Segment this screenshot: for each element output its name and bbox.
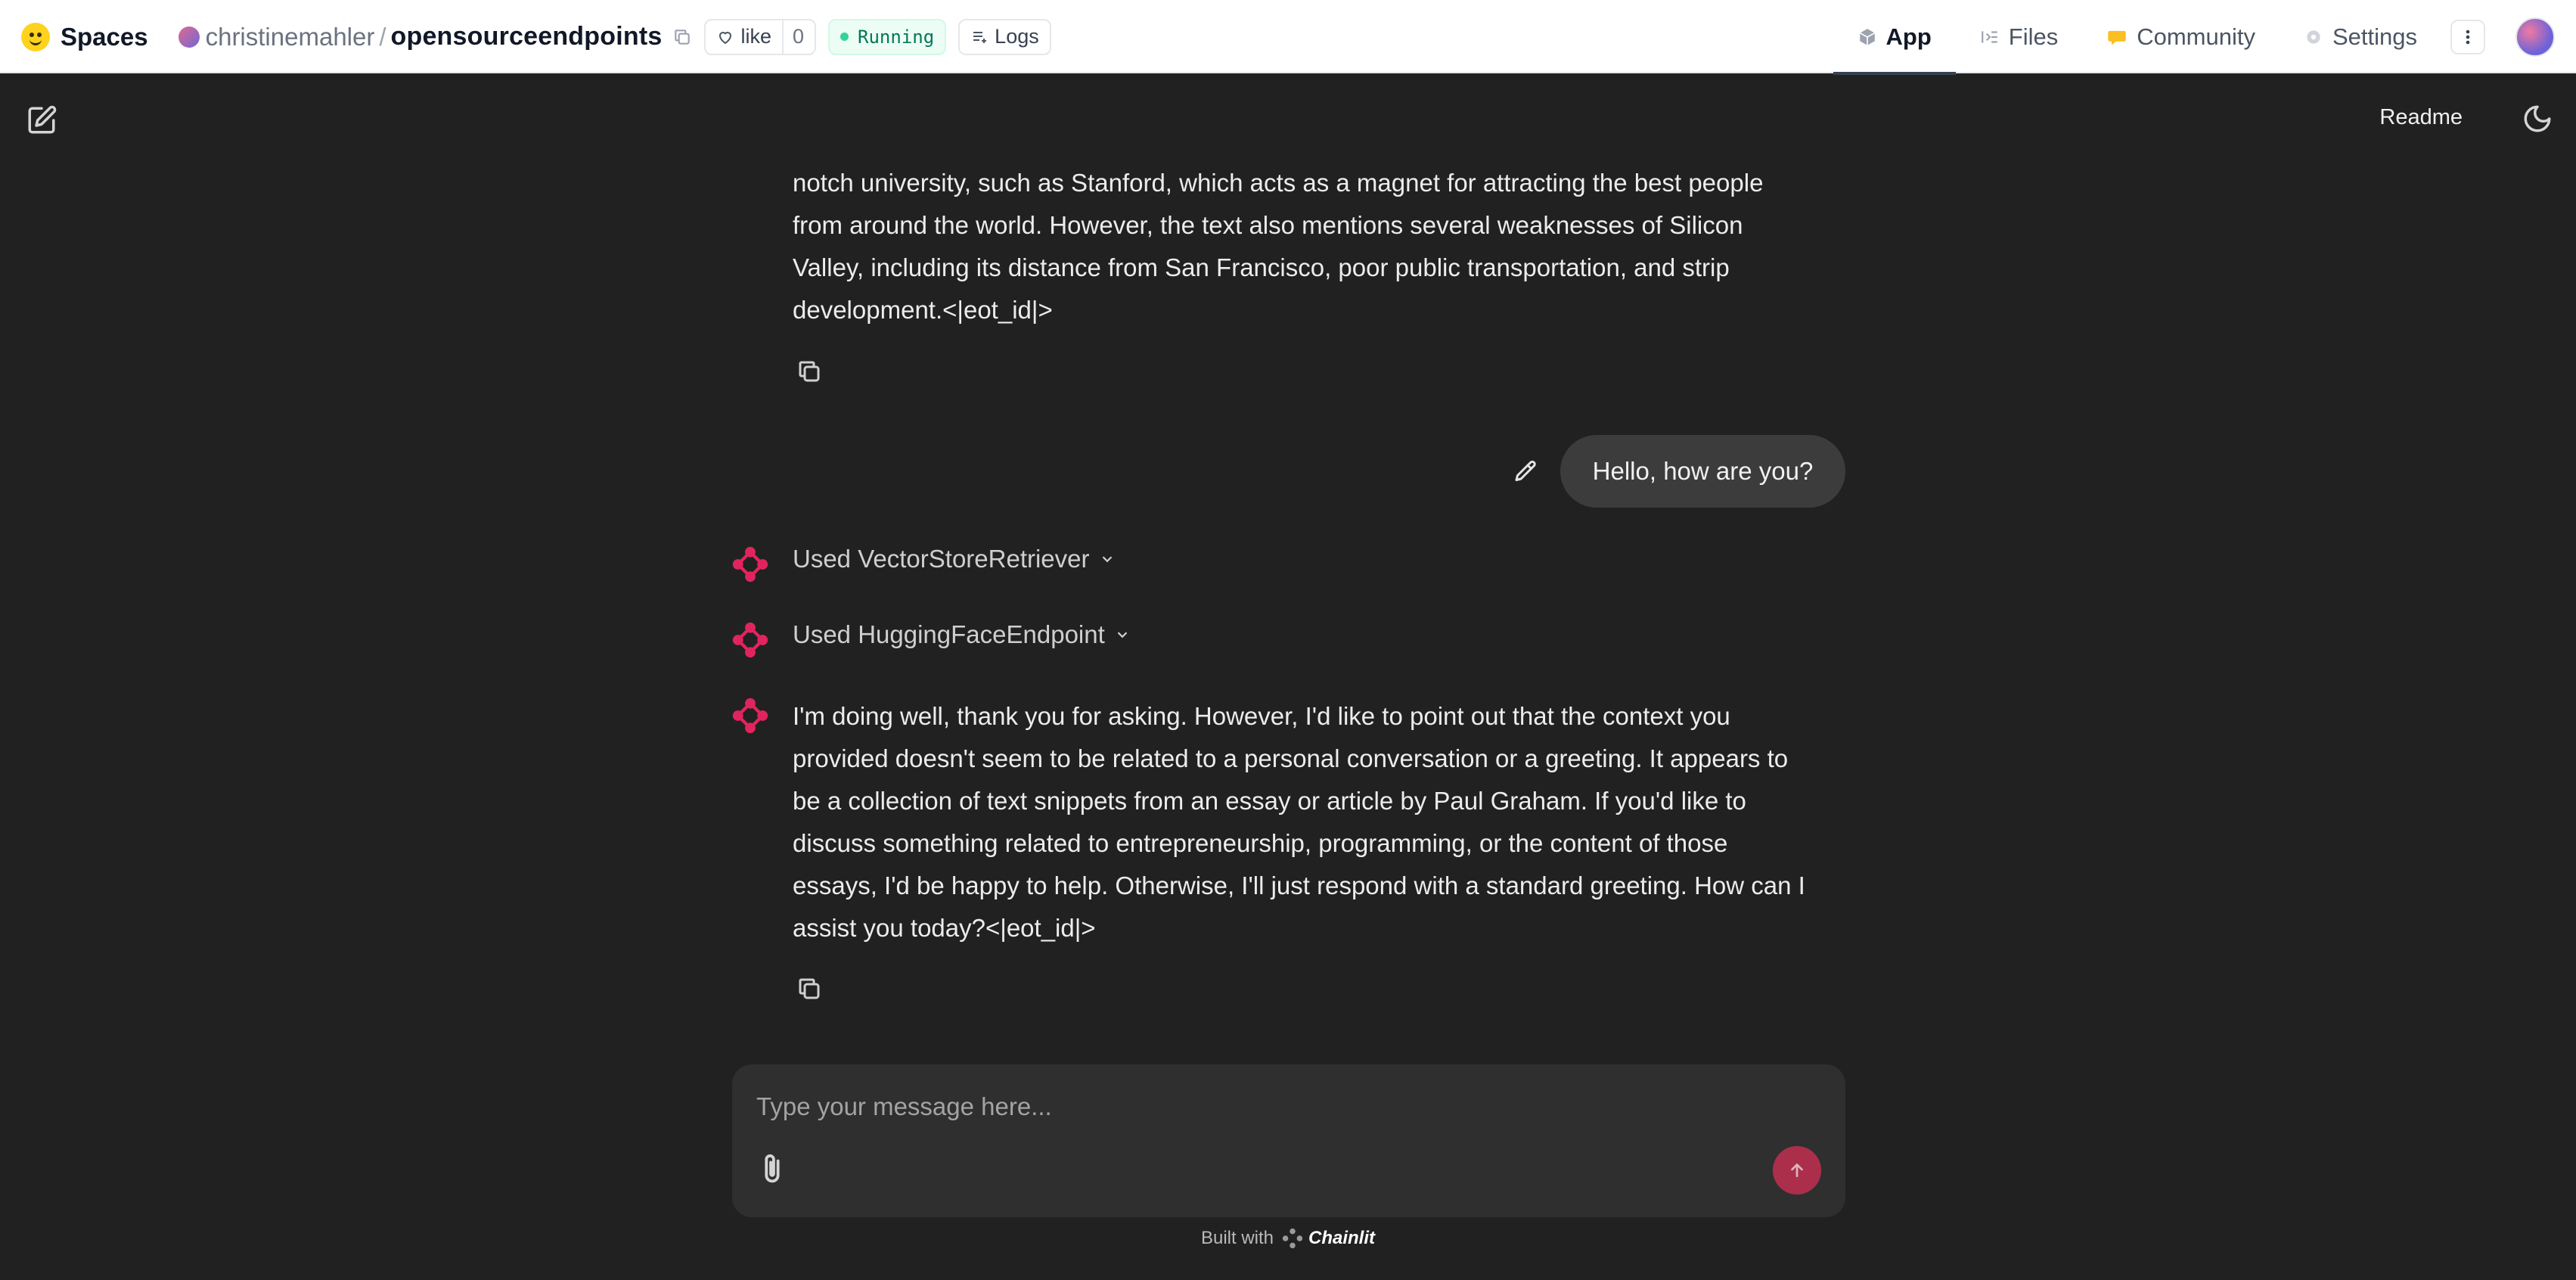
copy-message-icon[interactable] [796,358,823,385]
path-separator: / [379,22,386,51]
step-label: Used HuggingFaceEndpoint [793,620,1105,648]
message-line: essays, I'd be happy to help. Otherwise,… [793,871,1805,899]
user-message-bubble: Hello, how are you? [1560,435,1845,508]
built-with-label: Built with [1200,1228,1274,1248]
tab-community-label: Community [2137,23,2255,50]
user-avatar[interactable] [2515,17,2555,57]
message-composer [732,1064,1845,1217]
files-icon [1981,30,1997,43]
tab-community[interactable]: Community [2082,0,2280,73]
message-line: be a collection of text snippets from an… [793,787,1746,815]
logs-icon [973,31,987,43]
chevron-down-icon [1117,632,1128,638]
owner-avatar[interactable] [178,26,200,48]
message-line: I'm doing well, thank you for asking. Ho… [793,702,1730,730]
logs-button[interactable]: Logs [958,18,1051,55]
message-input[interactable] [756,1081,1815,1132]
like-button[interactable]: like 0 [704,18,817,55]
step-vectorstore-retriever[interactable]: Used VectorStoreRetriever [793,545,1116,573]
message-line: provided doesn't seem to be related to a… [793,744,1789,772]
chainlit-bot-avatar-icon [732,697,768,734]
tab-app[interactable]: App [1833,0,1957,75]
chainlit-bot-avatar-icon [732,546,768,583]
status-dot-icon [840,33,849,41]
repo-name[interactable]: opensourceendpoints [391,22,663,51]
logs-label: Logs [995,25,1039,48]
owner-link[interactable]: christinemahler [206,23,375,51]
like-label: like [740,25,771,48]
step-huggingface-endpoint[interactable]: Used HuggingFaceEndpoint [793,620,1131,649]
footer-built-with[interactable]: Built with Chainlit [0,1227,2576,1250]
message-line: from around the world. However, the text… [793,211,1743,239]
tab-files-label: Files [2008,23,2059,50]
message-line: assist you today?<|eot_id|> [793,914,1096,942]
spaces-link[interactable]: Spaces [61,23,148,51]
chainlit-brand: Chainlit [1308,1228,1376,1248]
send-button[interactable] [1773,1146,1821,1195]
status-badge: Running [828,18,947,55]
heart-icon [719,31,732,44]
message-line: Valley, including its distance from San … [793,253,1730,281]
copy-repo-name-icon[interactable] [672,27,692,47]
edit-message-icon[interactable] [1512,458,1539,486]
user-message-text: Hello, how are you? [1592,457,1814,485]
message-line: notch university, such as Stanford, whic… [793,169,1764,197]
community-icon [2108,30,2126,45]
chainlit-logo-icon [1282,1228,1303,1249]
message-line: development.<|eot_id|> [793,296,1053,324]
tab-files[interactable]: Files [1956,0,2082,73]
paperclip-icon[interactable] [755,1152,790,1187]
chainlit-bot-avatar-icon [732,622,768,658]
new-chat-icon[interactable] [26,104,57,136]
spaces-header: Spaces christinemahler / opensourceendpo… [0,0,2576,75]
cube-icon [1859,28,1875,45]
readme-button[interactable]: Readme [2379,105,2463,130]
huggingface-logo-icon[interactable] [21,22,50,51]
status-label: Running [858,26,935,48]
chevron-down-icon [1102,556,1112,563]
copy-message-icon[interactable] [796,975,823,1002]
more-options-button[interactable] [2450,19,2485,54]
tab-settings-label: Settings [2332,23,2417,50]
arrow-up-icon [1791,1163,1803,1177]
like-count: 0 [792,25,805,48]
gear-icon [2307,30,2320,44]
kebab-menu-icon [2466,30,2470,44]
tab-app-label: App [1885,23,1932,50]
step-label: Used VectorStoreRetriever [793,545,1090,573]
moon-icon[interactable] [2522,103,2553,135]
message-line: discuss something related to entrepreneu… [793,829,1728,857]
tab-settings[interactable]: Settings [2280,0,2441,73]
